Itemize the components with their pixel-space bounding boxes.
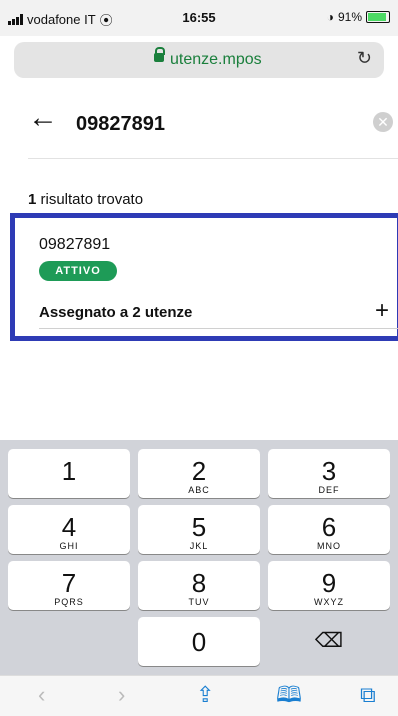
lock-icon xyxy=(154,47,165,62)
key-7[interactable]: 7 PQRS xyxy=(8,561,130,610)
search-input[interactable]: 09827891 xyxy=(76,113,165,136)
url-text[interactable]: utenze.mpos xyxy=(170,51,262,69)
delete-key[interactable]: ⌫ xyxy=(268,617,390,666)
divider xyxy=(39,328,398,329)
back-arrow-icon[interactable]: ← xyxy=(28,103,58,133)
forward-icon[interactable]: › xyxy=(118,684,125,706)
result-number: 09827891 xyxy=(39,236,111,253)
key-letters: JKL xyxy=(189,541,209,551)
key-number: 2 xyxy=(191,456,207,486)
key-number: 3 xyxy=(321,456,337,486)
key-letters: GHI xyxy=(59,541,79,551)
key-4[interactable]: 4 GHI xyxy=(8,505,130,554)
key-number: 1 xyxy=(61,456,77,486)
back-icon[interactable]: ‹ xyxy=(38,684,45,706)
key-letters: PQRS xyxy=(54,597,84,607)
assigned-label: Assegnato a 2 utenze xyxy=(39,304,193,321)
key-letters: TUV xyxy=(188,597,210,607)
key-letters: ABC xyxy=(188,485,210,495)
numeric-keypad: 1 2 ABC 3 DEF 4 GHI 5 JKL 6 MNO 7 PQRS 8… xyxy=(0,440,398,675)
key-1[interactable]: 1 xyxy=(8,449,130,498)
divider xyxy=(28,158,398,159)
key-number: 6 xyxy=(321,512,337,542)
status-badge: ATTIVO xyxy=(39,261,117,281)
result-card[interactable]: 09827891 ATTIVO Assegnato a 2 utenze + xyxy=(10,213,398,341)
browser-toolbar: ‹ › ⇪ 🕮 ⧉ xyxy=(0,675,398,716)
key-6[interactable]: 6 MNO xyxy=(268,505,390,554)
key-letters: WXYZ xyxy=(314,597,344,607)
bookmarks-icon[interactable]: 🕮 xyxy=(276,684,302,706)
key-number: 8 xyxy=(191,568,207,598)
tabs-icon[interactable]: ⧉ xyxy=(360,684,376,706)
results-count: 1 risultato trovato xyxy=(28,191,143,208)
key-9[interactable]: 9 WXYZ xyxy=(268,561,390,610)
key-0[interactable]: 0 xyxy=(138,617,260,666)
results-count-label: risultato trovato xyxy=(36,191,144,208)
key-number: 5 xyxy=(191,512,207,542)
battery-info: ◑ 91% xyxy=(327,10,390,24)
key-2[interactable]: 2 ABC xyxy=(138,449,260,498)
moon-icon: ◑ xyxy=(326,10,334,24)
address-bar[interactable]: utenze.mpos ↻ xyxy=(14,42,384,78)
key-letters: DEF xyxy=(318,485,340,495)
key-letters: MNO xyxy=(317,541,341,551)
battery-percent: 91% xyxy=(337,10,362,24)
backspace-icon: ⌫ xyxy=(314,630,344,652)
key-number: 7 xyxy=(61,568,77,598)
plus-icon[interactable]: + xyxy=(375,297,389,325)
key-number: 0 xyxy=(191,627,207,657)
clear-icon[interactable]: ✕ xyxy=(373,112,393,132)
reload-icon[interactable]: ↻ xyxy=(357,48,372,69)
key-3[interactable]: 3 DEF xyxy=(268,449,390,498)
share-icon[interactable]: ⇪ xyxy=(196,684,214,706)
key-number: 4 xyxy=(61,512,77,542)
key-number: 9 xyxy=(321,568,337,598)
key-8[interactable]: 8 TUV xyxy=(138,561,260,610)
status-bar: vodafone IT ⦿ 16:55 ◑ 91% xyxy=(0,0,398,36)
battery-icon xyxy=(366,11,390,23)
key-5[interactable]: 5 JKL xyxy=(138,505,260,554)
